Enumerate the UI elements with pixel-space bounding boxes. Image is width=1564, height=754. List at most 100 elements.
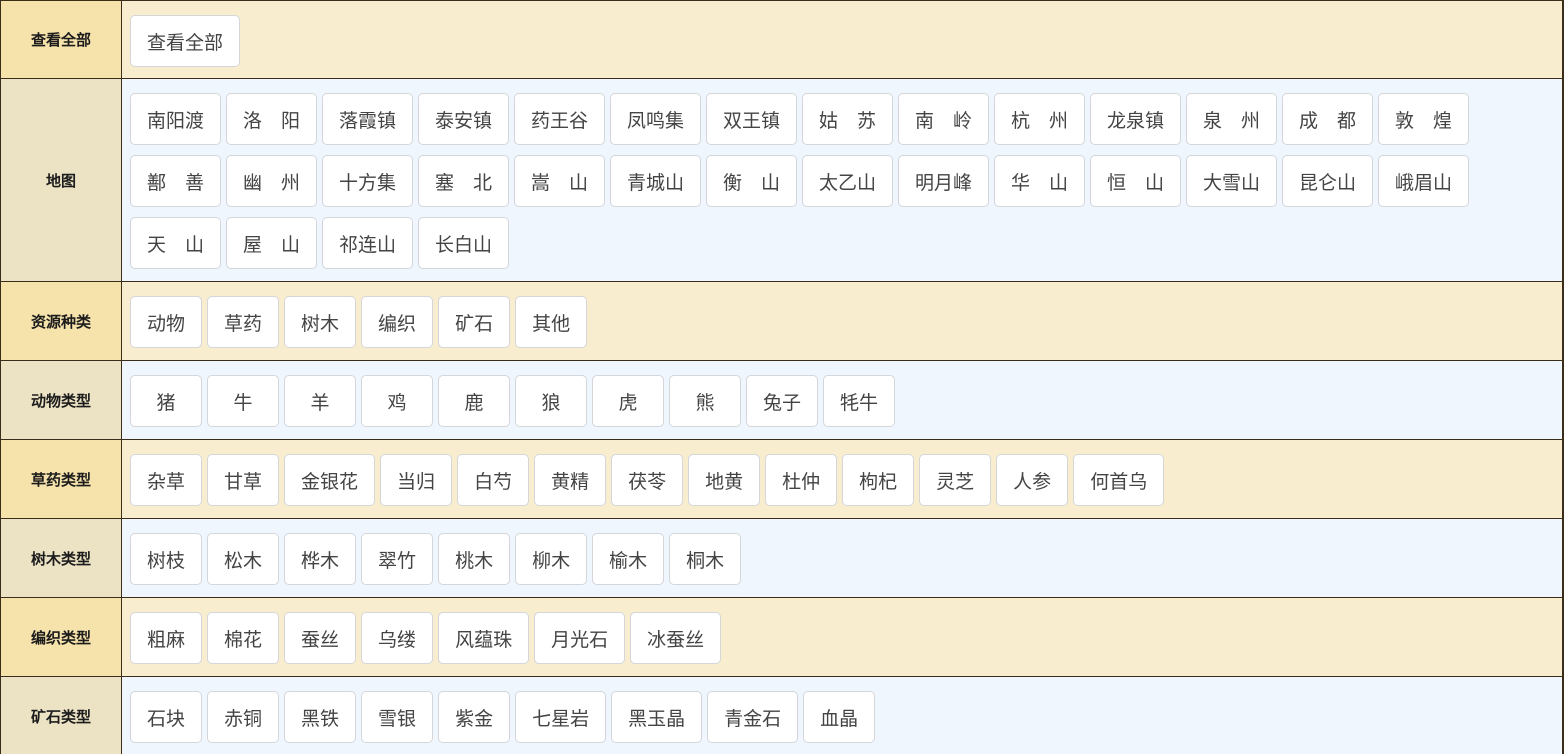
filter-row-view-all: 查看全部 查看全部 [1,1,1564,79]
filter-option-button[interactable]: 桐木 [669,533,742,585]
filter-option-button[interactable]: 兔子 [746,375,819,427]
filter-option-button[interactable]: 石块 [130,691,203,743]
filter-option-button[interactable]: 榆木 [592,533,665,585]
filter-option-button[interactable]: 幽 州 [226,155,317,207]
filter-option-button[interactable]: 赤铜 [207,691,280,743]
filter-option-button[interactable]: 熊 [669,375,741,427]
filter-option-button[interactable]: 何首乌 [1073,454,1165,506]
filter-option-button[interactable]: 南 岭 [898,93,989,145]
filter-option-button[interactable]: 黑玉晶 [611,691,703,743]
filter-option-button[interactable]: 乌缕 [361,612,434,664]
filter-option-button[interactable]: 其他 [515,296,588,348]
filter-option-button[interactable]: 恒 山 [1090,155,1181,207]
filter-option-button[interactable]: 甘草 [207,454,280,506]
row-options: 树枝 松木 桦木 翠竹 桃木 柳木 榆木 桐木 [122,519,1564,597]
filter-option-button[interactable]: 松木 [207,533,280,585]
filter-option-button[interactable]: 天 山 [130,217,221,269]
filter-option-button[interactable]: 华 山 [994,155,1085,207]
filter-option-button[interactable]: 桃木 [438,533,511,585]
filter-option-button[interactable]: 十方集 [322,155,413,207]
filter-option-button[interactable]: 蚕丝 [284,612,357,664]
filter-option-button[interactable]: 粗麻 [130,612,203,664]
row-label: 编织类型 [1,598,122,676]
filter-option-button[interactable]: 药王谷 [514,93,605,145]
filter-option-button[interactable]: 屋 山 [226,217,317,269]
filter-option-button[interactable]: 鹿 [438,375,510,427]
filter-option-button[interactable]: 枸杞 [842,454,915,506]
filter-option-button[interactable]: 南阳渡 [130,93,221,145]
filter-option-button[interactable]: 青城山 [610,155,701,207]
filter-option-button[interactable]: 金银花 [284,454,376,506]
filter-row-ore-type: 矿石类型 石块 赤铜 黑铁 雪银 紫金 七星岩 黑玉晶 青金石 血晶 [1,677,1564,754]
filter-option-button[interactable]: 凤鸣集 [610,93,701,145]
row-label: 动物类型 [1,361,122,439]
filter-option-button[interactable]: 虎 [592,375,664,427]
filter-option-button[interactable]: 姑 苏 [802,93,893,145]
row-options: 动物 草药 树木 编织 矿石 其他 [122,282,1564,360]
filter-option-button[interactable]: 明月峰 [898,155,989,207]
filter-option-button[interactable]: 茯苓 [611,454,684,506]
filter-option-button[interactable]: 风蕴珠 [438,612,530,664]
filter-option-button[interactable]: 紫金 [438,691,511,743]
filter-option-button[interactable]: 白芍 [457,454,530,506]
filter-option-button[interactable]: 衡 山 [706,155,797,207]
filter-option-button[interactable]: 鸡 [361,375,433,427]
filter-option-button[interactable]: 草药 [207,296,280,348]
row-label: 草药类型 [1,440,122,518]
filter-option-button[interactable]: 泰安镇 [418,93,509,145]
filter-row-animal-type: 动物类型 猪牛羊鸡鹿狼虎熊兔子 牦牛 [1,361,1564,440]
filter-option-button[interactable]: 落霞镇 [322,93,413,145]
filter-option-button[interactable]: 长白山 [418,217,509,269]
filter-option-button[interactable]: 黄精 [534,454,607,506]
filter-option-button[interactable]: 洛 阳 [226,93,317,145]
filter-option-button[interactable]: 太乙山 [802,155,893,207]
filter-option-button[interactable]: 双王镇 [706,93,797,145]
filter-option-button[interactable]: 黑铁 [284,691,357,743]
filter-option-button[interactable]: 杂草 [130,454,203,506]
filter-option-button[interactable]: 嵩 山 [514,155,605,207]
filter-option-button[interactable]: 编织 [361,296,434,348]
filter-row-weave-type: 编织类型 粗麻 棉花 蚕丝 乌缕 风蕴珠 月光石 冰蚕丝 [1,598,1564,677]
filter-option-button[interactable]: 狼 [515,375,587,427]
filter-option-button[interactable]: 泉 州 [1186,93,1277,145]
row-options: 南阳渡洛 阳落霞镇 泰安镇 药王谷 凤鸣集 双王镇姑 苏南 岭杭 州龙泉镇泉 州成 都敦… [122,79,1564,281]
filter-option-button[interactable]: 冰蚕丝 [630,612,722,664]
filter-option-button[interactable]: 鄯 善 [130,155,221,207]
filter-option-button[interactable]: 塞 北 [418,155,509,207]
filter-option-button[interactable]: 当归 [380,454,453,506]
filter-option-button[interactable]: 动物 [130,296,203,348]
filter-option-button[interactable]: 翠竹 [361,533,434,585]
filter-option-button[interactable]: 人参 [996,454,1069,506]
filter-option-button[interactable]: 龙泉镇 [1090,93,1181,145]
filter-option-button[interactable]: 敦 煌 [1378,93,1469,145]
filter-option-button[interactable]: 桦木 [284,533,357,585]
filter-option-button[interactable]: 七星岩 [515,691,607,743]
filter-row-map: 地图 南阳渡洛 阳落霞镇 泰安镇 药王谷 凤鸣集 双王镇姑 苏南 岭杭 州龙泉镇泉 州成… [1,79,1564,282]
filter-option-button[interactable]: 柳木 [515,533,588,585]
filter-option-button[interactable]: 羊 [284,375,356,427]
filter-option-button[interactable]: 峨眉山 [1378,155,1469,207]
filter-option-button[interactable]: 雪银 [361,691,434,743]
filter-option-button[interactable]: 青金石 [707,691,799,743]
view-all-button[interactable]: 查看全部 [130,15,241,67]
filter-option-button[interactable]: 地黄 [688,454,761,506]
filter-option-button[interactable]: 月光石 [534,612,626,664]
filter-option-button[interactable]: 成 都 [1282,93,1373,145]
filter-row-herb-type: 草药类型 杂草 甘草 金银花 当归 白芍 黄精 茯苓 地黄 杜仲 枸杞 灵芝 人参 何首乌 [1,440,1564,519]
filter-option-button[interactable]: 灵芝 [919,454,992,506]
filter-option-button[interactable]: 矿石 [438,296,511,348]
filter-option-button[interactable]: 牛 [207,375,279,427]
filter-option-button[interactable]: 大雪山 [1186,155,1277,207]
filter-option-button[interactable]: 棉花 [207,612,280,664]
filter-option-button[interactable]: 祁连山 [322,217,413,269]
filter-option-button[interactable]: 树木 [284,296,357,348]
filter-option-button[interactable]: 杭 州 [994,93,1085,145]
filter-option-button[interactable]: 牦牛 [823,375,896,427]
filter-option-button[interactable]: 树枝 [130,533,203,585]
filter-option-button[interactable]: 猪 [130,375,202,427]
resource-filter-table: 查看全部 查看全部 地图 南阳渡洛 阳落霞镇 泰安镇 药王谷 凤鸣集 双王镇姑 苏南 岭… [0,0,1564,754]
row-options: 杂草 甘草 金银花 当归 白芍 黄精 茯苓 地黄 杜仲 枸杞 灵芝 人参 何首乌 [122,440,1564,518]
filter-option-button[interactable]: 昆仑山 [1282,155,1373,207]
filter-option-button[interactable]: 杜仲 [765,454,838,506]
filter-option-button[interactable]: 血晶 [803,691,876,743]
